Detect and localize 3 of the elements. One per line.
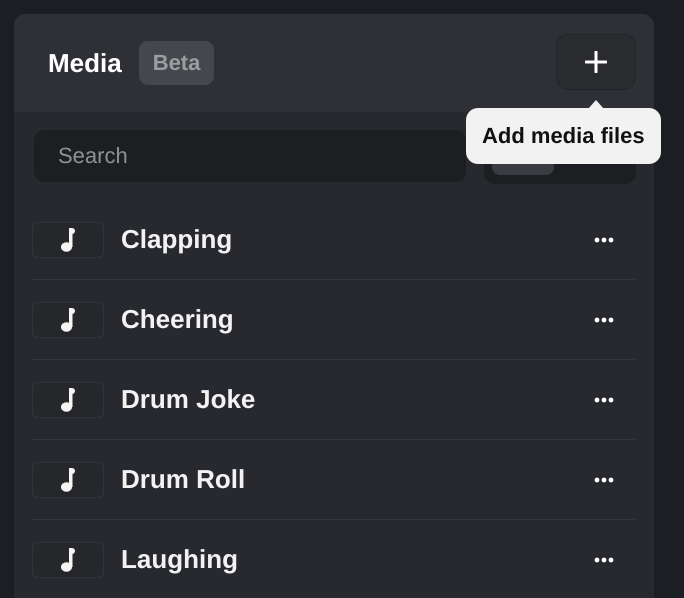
beta-badge: Beta (138, 41, 214, 85)
panel-title: Media (48, 48, 122, 78)
tooltip: Add media files (466, 108, 661, 164)
